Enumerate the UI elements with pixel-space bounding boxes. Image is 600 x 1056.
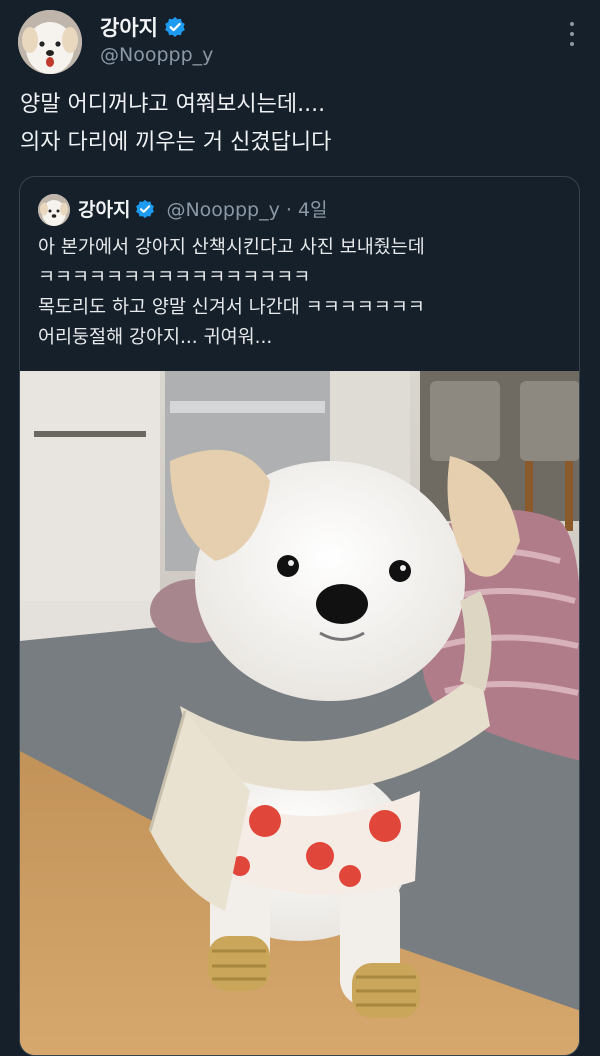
quoted-tweet-card[interactable]: 강아지 @Nooppp_y · 4일 아 본가에서 강아지 산책시킨다고 사진 … [19,176,580,1056]
author-display-name[interactable]: 강아지 [100,12,158,42]
quoted-display-name[interactable]: 강아지 [78,195,130,222]
more-options-icon[interactable] [568,22,576,46]
tweet: 강아지 @Nooppp_y 양말 어디꺼냐고 여쭤보시는데.... 의자 다리에… [0,0,600,1056]
dog-avatar-image [38,194,70,226]
tweet-body: 양말 어디꺼냐고 여쭤보시는데.... 의자 다리에 끼우는 거 신겼답니다 [20,86,580,162]
verified-badge-icon [164,16,186,38]
author-name-row: 강아지 [100,12,186,42]
quoted-handle-time: @Nooppp_y · 4일 [166,199,328,221]
author-avatar[interactable] [18,10,82,74]
tweet-text-line: 의자 다리에 끼우는 거 신겼답니다 [20,130,332,155]
quoted-text-line: 어리둥절해 강아지... 귀여워... [38,327,273,348]
quoted-header: 강아지 @Nooppp_y · 4일 [78,195,328,222]
tweet-text-line: 양말 어디꺼냐고 여쭤보시는데.... [20,92,326,117]
dog-photo-image [20,371,579,1055]
quoted-text-line: 아 본가에서 강아지 산책시킨다고 사진 보내줬는데 [38,237,425,258]
author-handle[interactable]: @Nooppp_y [100,44,213,66]
verified-badge-icon [135,199,155,219]
dog-photo[interactable] [20,371,579,1055]
dog-avatar-image [18,10,82,74]
quoted-text-line: ㅋㅋㅋㅋㅋㅋㅋㅋㅋㅋㅋㅋㅋㅋㅋㅋ [38,267,311,288]
quoted-author-avatar[interactable] [38,194,70,226]
quoted-body: 아 본가에서 강아지 산책시킨다고 사진 보내줬는데 ㅋㅋㅋㅋㅋㅋㅋㅋㅋㅋㅋㅋㅋ… [38,233,568,353]
quoted-text-line: 목도리도 하고 양말 신겨서 나간대 ㅋㅋㅋㅋㅋㅋㅋ [38,297,425,318]
